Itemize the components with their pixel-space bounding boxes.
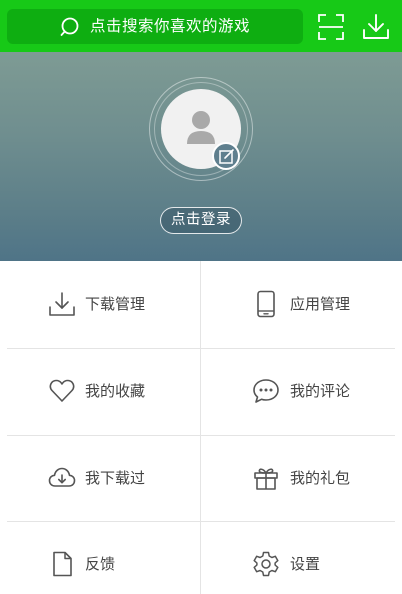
avatar[interactable] xyxy=(149,77,253,181)
top-bar: 点击搜索你喜欢的游戏 xyxy=(0,0,402,52)
cloud-download-icon xyxy=(48,467,76,487)
download-icon[interactable] xyxy=(362,13,390,41)
menu-label: 设置 xyxy=(290,555,321,573)
gift-icon xyxy=(254,468,278,490)
menu-my-comments[interactable]: 我的评论 xyxy=(201,348,401,435)
menu-favorites[interactable]: 我的收藏 xyxy=(0,348,200,435)
menu-grid: 下载管理 应用管理 我的收藏 我的评论 我下载过 我的礼包 反馈 设置 xyxy=(0,261,402,594)
login-button[interactable]: 点击登录 xyxy=(160,207,242,234)
menu-settings[interactable]: 设置 xyxy=(201,521,401,594)
menu-my-gifts[interactable]: 我的礼包 xyxy=(201,435,401,522)
menu-label: 我的收藏 xyxy=(85,382,146,400)
search-bar[interactable]: 点击搜索你喜欢的游戏 xyxy=(7,9,303,44)
edit-avatar-button[interactable] xyxy=(212,142,240,170)
phone-icon xyxy=(257,290,275,318)
profile-header: 点击登录 xyxy=(0,52,402,261)
menu-label: 下载管理 xyxy=(85,295,146,313)
download-icon xyxy=(49,292,75,316)
menu-feedback[interactable]: 反馈 xyxy=(0,521,200,594)
heart-icon xyxy=(49,379,75,402)
menu-downloaded-history[interactable]: 我下载过 xyxy=(0,435,200,522)
menu-label: 我的评论 xyxy=(290,382,351,400)
scan-icon[interactable] xyxy=(318,14,344,40)
search-placeholder: 点击搜索你喜欢的游戏 xyxy=(90,17,251,35)
menu-download-manager[interactable]: 下载管理 xyxy=(0,261,200,348)
edit-icon xyxy=(219,149,234,164)
menu-app-manager[interactable]: 应用管理 xyxy=(201,261,401,348)
file-icon xyxy=(53,551,72,577)
gear-icon xyxy=(253,551,279,577)
menu-label: 我下载过 xyxy=(85,469,146,487)
menu-label: 反馈 xyxy=(85,555,116,573)
comment-icon xyxy=(253,379,279,403)
menu-label: 我的礼包 xyxy=(290,469,351,487)
menu-label: 应用管理 xyxy=(290,295,351,313)
search-icon xyxy=(60,17,79,36)
